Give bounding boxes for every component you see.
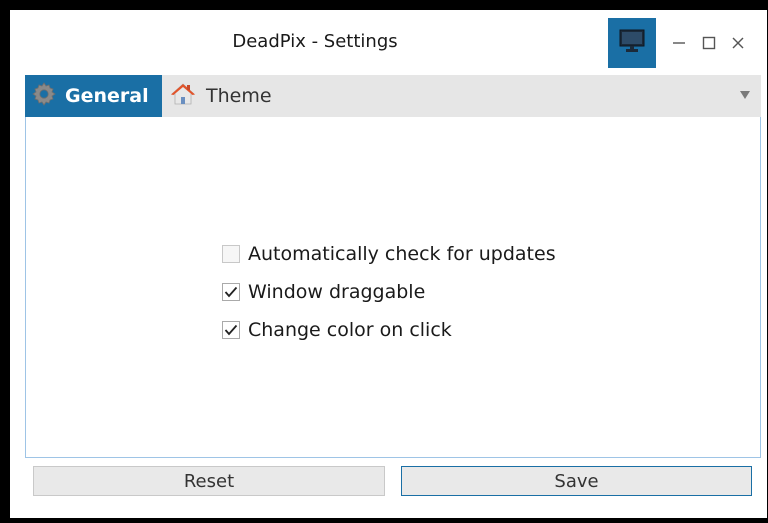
option-label: Window draggable <box>248 281 426 303</box>
window-draggable-checkbox[interactable] <box>222 283 240 301</box>
checkmark-icon <box>224 324 238 336</box>
option-label: Change color on click <box>248 319 452 341</box>
gear-icon <box>31 81 57 112</box>
close-icon <box>731 35 745 54</box>
tab-theme-label: Theme <box>206 85 272 107</box>
tab-general[interactable]: General <box>25 75 162 117</box>
tab-general-label: General <box>65 85 149 107</box>
checkmark-icon <box>224 286 238 298</box>
option-change-color[interactable]: Change color on click <box>222 311 556 349</box>
minimize-button[interactable] <box>667 32 691 56</box>
options-list: Automatically check for updates Window d… <box>222 235 556 349</box>
monitor-icon <box>618 28 646 58</box>
option-auto-update[interactable]: Automatically check for updates <box>222 235 556 273</box>
house-icon <box>170 82 196 111</box>
tab-bar: General Theme <box>25 75 761 117</box>
maximize-icon <box>702 35 716 54</box>
title-bar[interactable]: DeadPix - Settings <box>10 10 767 74</box>
auto-update-checkbox[interactable] <box>222 245 240 263</box>
close-button[interactable] <box>726 32 750 56</box>
tab-overflow-dropdown[interactable] <box>735 75 755 117</box>
triangle-down-icon <box>739 88 751 104</box>
option-label: Automatically check for updates <box>248 243 556 265</box>
window-title: DeadPix - Settings <box>232 31 398 52</box>
save-button[interactable]: Save <box>401 466 752 496</box>
settings-window: DeadPix - Settings General Theme Automat… <box>10 10 767 518</box>
general-settings-panel: Automatically check for updates Window d… <box>25 117 761 458</box>
maximize-button[interactable] <box>697 32 721 56</box>
tab-theme[interactable]: Theme <box>164 75 272 117</box>
monitor-button[interactable] <box>608 18 656 68</box>
option-window-draggable[interactable]: Window draggable <box>222 273 556 311</box>
reset-button[interactable]: Reset <box>33 466 385 496</box>
change-color-checkbox[interactable] <box>222 321 240 339</box>
minimize-icon <box>672 35 686 54</box>
